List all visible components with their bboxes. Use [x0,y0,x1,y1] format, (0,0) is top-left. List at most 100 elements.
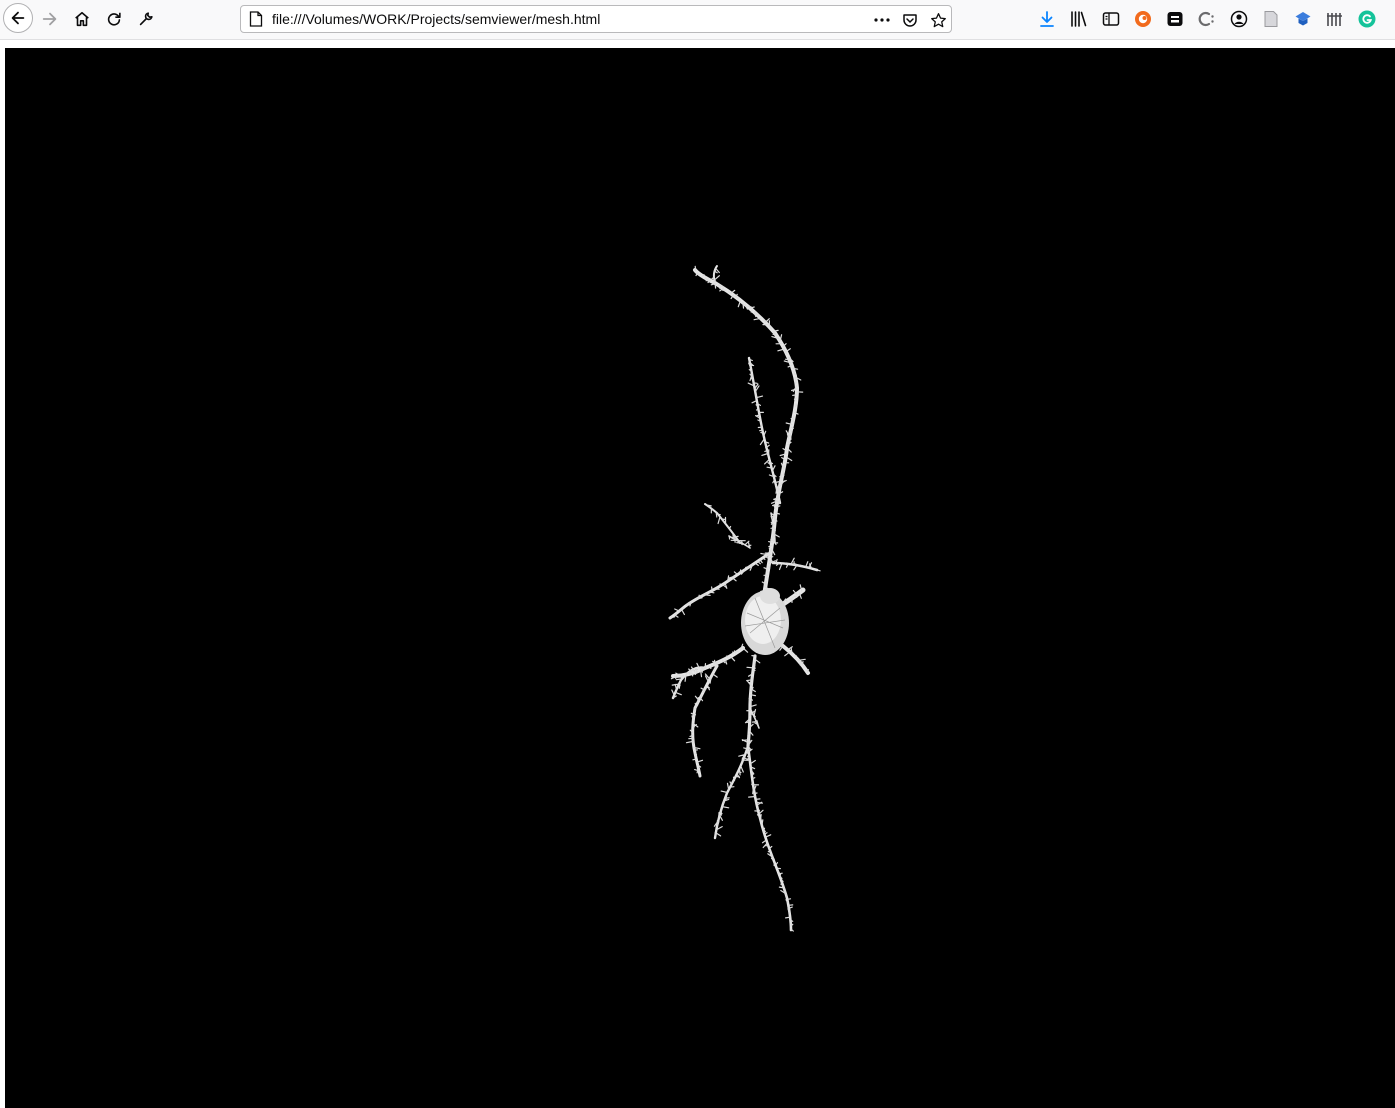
dendritic-spine [746,721,751,724]
dendritic-spine [704,662,707,669]
dendritic-spine [784,562,788,565]
soma [741,588,789,655]
grammarly-button[interactable] [1358,10,1376,28]
dendritic-spine [794,379,797,385]
dendritic-spine [778,499,781,505]
dendritic-spine [721,805,730,809]
dendritic-spine [740,765,744,773]
dendritic-spine [772,329,779,332]
dendritic-spine [680,608,686,616]
extension-dark-button[interactable] [1166,10,1184,28]
dendritic-spine [739,569,742,574]
dendritic-spine [692,758,697,761]
dendritic-spine [674,691,682,696]
extension-c-button[interactable] [1198,10,1216,28]
dendritic-spine [687,671,692,674]
dendritic-spine [710,586,713,592]
dendritic-spine [741,540,743,544]
dendritic-spine [772,332,776,335]
extension-bars-button[interactable] [1326,10,1344,28]
dendritic-spine [752,786,755,795]
dendritic-spine [792,415,795,421]
dendritic-spine [720,790,728,794]
dendritic-spine [778,872,783,875]
forward-button[interactable] [35,4,65,34]
library-button[interactable] [1070,10,1088,28]
dendritic-spine [713,275,721,281]
dendritic-spine [766,466,773,469]
dendritic-spine [729,786,735,788]
download-icon [1040,11,1054,27]
dendritic-spine [674,683,678,691]
extension-blue-icon [1295,12,1311,26]
dendritic-spine [771,524,774,531]
dendritic-spine [695,753,697,757]
extension-orange-button[interactable] [1134,10,1152,28]
dendritic-spine [746,666,755,669]
extension-blue-button[interactable] [1294,10,1312,28]
back-button[interactable] [3,3,33,33]
reload-button[interactable] [99,4,129,34]
more-actions-icon [874,18,890,22]
extension-c-icon [1198,11,1214,27]
dendritic-spine [789,432,792,440]
dendritic-spine [755,408,760,411]
dendritic-spine [794,409,797,414]
3d-viewer-canvas[interactable] [5,48,1395,1108]
reader-icon [1264,11,1278,27]
dendritic-spine [726,782,730,791]
dendritic-spine [703,594,711,597]
extension-dark-icon [1167,12,1183,26]
home-button[interactable] [67,4,97,34]
dendritic-spine [675,678,683,681]
dendritic-spine [696,696,699,704]
neuron-mesh[interactable] [5,48,1395,1108]
dendritic-spine [694,702,697,707]
pocket-button[interactable] [900,10,920,30]
dendritic-spine [692,737,695,746]
dendritic-spine [782,465,785,473]
dendritic-spine [784,358,791,361]
dendritic-spine [753,708,757,717]
dendritic-spine [756,720,760,728]
library-icon [1071,11,1087,27]
dendritic-spine [700,694,703,699]
url-text[interactable]: file:///Volumes/WORK/Projects/semviewer/… [272,11,600,27]
reader-button[interactable] [1262,10,1280,28]
back-arrow-icon [11,11,25,25]
dendritic-spine [742,301,745,309]
browser-toolbar: file:///Volumes/WORK/Projects/semviewer/… [0,0,1395,40]
sidebar-button[interactable] [1102,10,1120,28]
dendritic-spine [764,450,768,452]
reload-icon [107,12,121,26]
dendritic-spine [769,556,774,559]
dendritic-spine [770,539,776,542]
url-bar[interactable]: file:///Volumes/WORK/Projects/semviewer/… [240,5,952,33]
more-actions-button[interactable] [872,10,892,30]
dendritic-spine [759,438,765,446]
dendritic-spine [751,781,754,786]
customize-button[interactable] [131,4,161,34]
downloads-button[interactable] [1038,10,1056,28]
dendritic-spine [786,898,792,901]
bookmark-star-icon [930,12,946,27]
dendritic-spine [752,669,756,672]
dendritic-spine [747,795,756,798]
dendritic-spine [717,516,721,525]
dendritic-spine [708,591,715,594]
bookmark-button[interactable] [928,10,948,30]
dendritic-spine [750,309,753,313]
dendritic-spine [753,792,758,795]
dendritic-spine [749,702,752,709]
dendritic-spine [780,881,783,886]
pocket-icon [903,14,917,27]
dendritic-spine [806,668,809,673]
dendritic-spine [705,686,711,689]
dendritic-spine [710,664,713,669]
extension-orange-icon [1135,11,1151,27]
account-button[interactable] [1230,10,1248,28]
extension-bars-icon [1327,13,1342,26]
wrench-icon [139,12,153,26]
dendritic-spine [759,429,764,432]
account-icon [1230,10,1248,28]
